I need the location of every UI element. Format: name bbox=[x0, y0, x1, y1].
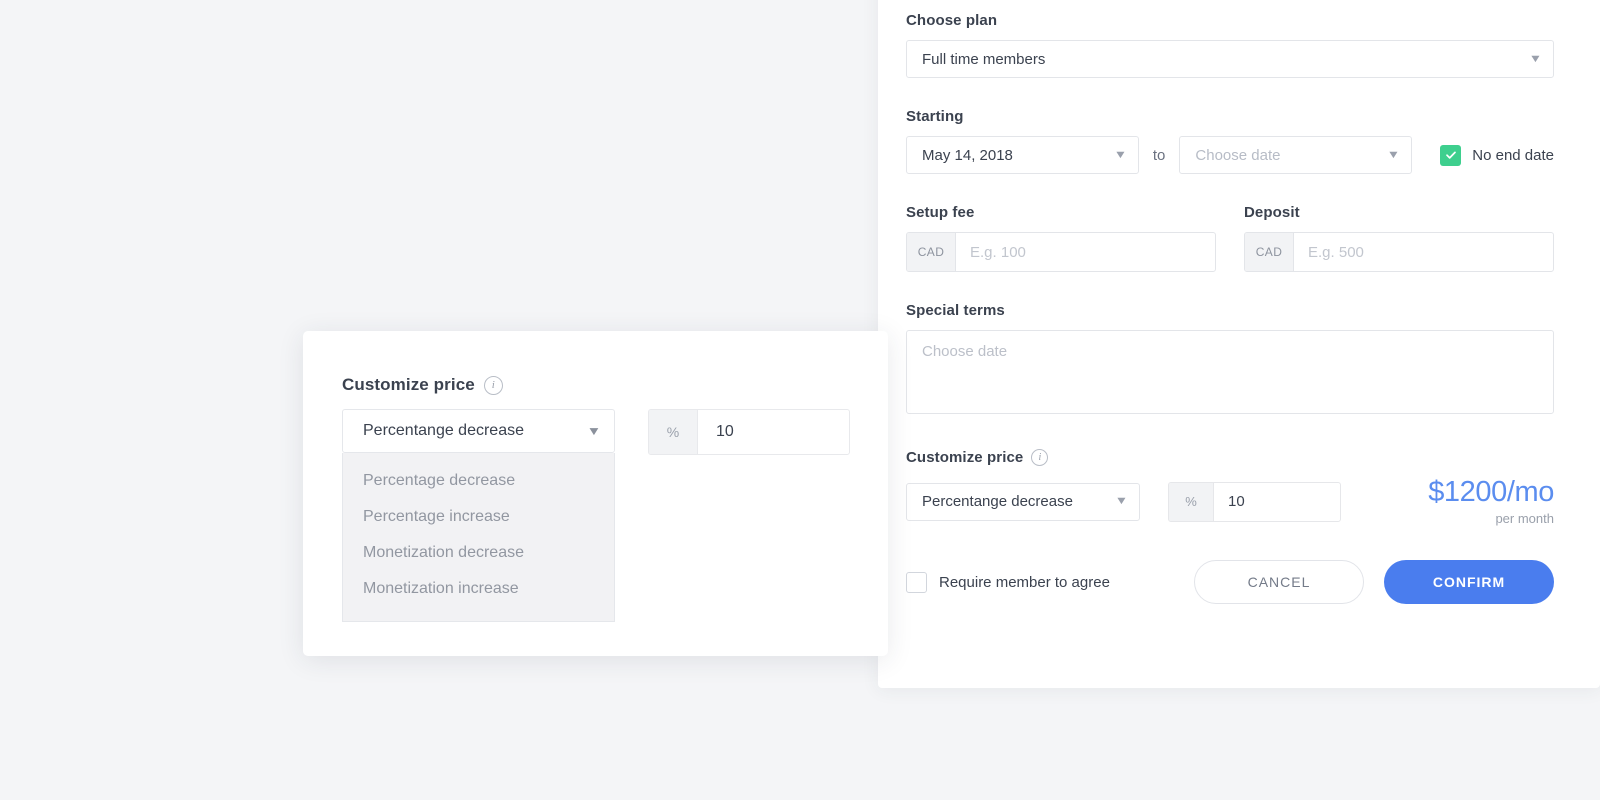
end-date-select[interactable]: Choose date ▼ bbox=[1179, 136, 1413, 174]
panel-customize-price-group: Customize price i Percentange decrease ▼… bbox=[906, 449, 1554, 526]
choose-plan-group: Choose plan Full time members ▼ bbox=[906, 12, 1554, 78]
percent-symbol-icon: % bbox=[649, 410, 698, 454]
panel-customize-price-label-row: Customize price i bbox=[906, 449, 1554, 466]
deposit-label: Deposit bbox=[1244, 204, 1300, 221]
start-date-select[interactable]: May 14, 2018 ▼ bbox=[906, 136, 1139, 174]
footer-button-group: CANCEL CONFIRM bbox=[1194, 560, 1554, 605]
info-icon[interactable]: i bbox=[483, 375, 503, 395]
option-percentage-increase[interactable]: Percentage increase bbox=[343, 499, 614, 535]
deposit-input[interactable] bbox=[1294, 233, 1553, 271]
checkmark-icon bbox=[1445, 151, 1456, 159]
special-terms-label: Special terms bbox=[906, 302, 1005, 319]
card-price-type-value: Percentange decrease bbox=[363, 422, 524, 439]
confirm-button[interactable]: CONFIRM bbox=[1384, 560, 1554, 605]
start-date-value: May 14, 2018 bbox=[922, 146, 1013, 164]
price-display: $1200/mo per month bbox=[1428, 477, 1554, 526]
starting-group: Starting May 14, 2018 ▼ to Choose date ▼… bbox=[906, 108, 1554, 174]
deposit-currency: CAD bbox=[1245, 233, 1294, 271]
choose-plan-label: Choose plan bbox=[906, 12, 998, 29]
setup-fee-label: Setup fee bbox=[906, 204, 975, 221]
setup-fee-input[interactable] bbox=[956, 233, 1215, 271]
starting-label: Starting bbox=[906, 108, 964, 125]
card-percent-input[interactable] bbox=[698, 410, 849, 454]
price-amount: $1200/mo bbox=[1428, 476, 1554, 508]
deposit-group: Deposit CAD bbox=[1244, 204, 1554, 272]
panel-percent-input-wrap: % bbox=[1168, 481, 1341, 522]
chevron-down-icon: ▼ bbox=[1114, 495, 1129, 508]
chevron-down-icon: ▼ bbox=[1528, 52, 1543, 65]
special-terms-textarea[interactable] bbox=[906, 330, 1554, 414]
special-terms-group: Special terms bbox=[906, 302, 1554, 419]
percent-symbol-icon: % bbox=[1169, 482, 1214, 521]
panel-customize-price-label: Customize price bbox=[906, 449, 1024, 466]
card-title-row: Customize price i bbox=[342, 375, 888, 395]
setup-fee-group: Setup fee CAD bbox=[906, 204, 1216, 272]
choose-plan-value: Full time members bbox=[922, 50, 1046, 68]
option-monetization-increase[interactable]: Monetization increase bbox=[343, 571, 614, 607]
to-separator-label: to bbox=[1152, 146, 1166, 164]
no-end-date-checkbox[interactable] bbox=[1440, 144, 1462, 166]
no-end-date-group[interactable]: No end date bbox=[1440, 144, 1554, 166]
setup-fee-input-wrap: CAD bbox=[906, 232, 1216, 272]
deposit-input-wrap: CAD bbox=[1244, 232, 1554, 272]
card-price-type-select[interactable]: Percentange decrease ▼ bbox=[342, 409, 615, 453]
card-price-row: Percentange decrease ▼ Percentage decrea… bbox=[342, 409, 888, 622]
setup-fee-currency: CAD bbox=[907, 233, 956, 271]
panel-percent-input[interactable] bbox=[1214, 482, 1340, 521]
no-end-date-label: No end date bbox=[1472, 146, 1554, 164]
require-agree-checkbox[interactable] bbox=[906, 571, 927, 593]
end-date-placeholder: Choose date bbox=[1195, 146, 1281, 164]
card-title: Customize price bbox=[342, 375, 475, 394]
fees-row: Setup fee CAD Deposit CAD bbox=[906, 204, 1554, 272]
choose-plan-select[interactable]: Full time members ▼ bbox=[906, 40, 1554, 78]
option-percentage-decrease[interactable]: Percentage decrease bbox=[343, 463, 614, 499]
customize-price-card: Customize price i Percentange decrease ▼… bbox=[303, 331, 888, 656]
panel-price-type-select[interactable]: Percentange decrease ▼ bbox=[906, 482, 1140, 521]
chevron-down-icon: ▼ bbox=[586, 424, 602, 438]
cancel-button[interactable]: CANCEL bbox=[1194, 560, 1364, 605]
starting-row: May 14, 2018 ▼ to Choose date ▼ No end d… bbox=[906, 136, 1554, 174]
card-price-type-options: Percentage decrease Percentage increase … bbox=[342, 453, 615, 622]
chevron-down-icon: ▼ bbox=[1387, 148, 1401, 161]
card-price-type-wrap: Percentange decrease ▼ Percentage decrea… bbox=[342, 409, 615, 622]
contract-settings-panel: Choose plan Full time members ▼ Starting… bbox=[878, 0, 1600, 688]
chevron-down-icon: ▼ bbox=[1113, 148, 1128, 161]
option-monetization-decrease[interactable]: Monetization decrease bbox=[343, 535, 614, 571]
card-percent-input-wrap: % bbox=[648, 409, 850, 455]
require-agree-label: Require member to agree bbox=[939, 573, 1110, 591]
info-icon[interactable]: i bbox=[1031, 449, 1049, 466]
panel-price-row: Percentange decrease ▼ % $1200/mo per mo… bbox=[906, 477, 1554, 526]
panel-price-type-value: Percentange decrease bbox=[922, 493, 1073, 511]
price-period-label: per month bbox=[1495, 511, 1554, 527]
panel-footer: Require member to agree CANCEL CONFIRM bbox=[906, 560, 1554, 605]
